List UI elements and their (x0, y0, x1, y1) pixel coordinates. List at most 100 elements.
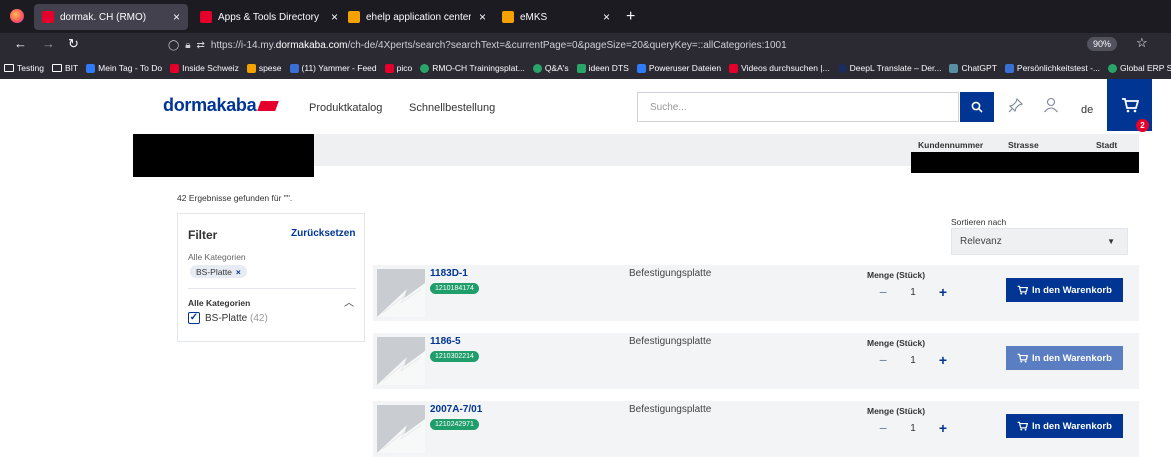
bookmark-label: spese (258, 63, 282, 73)
close-icon[interactable]: × (603, 10, 610, 24)
sort-select[interactable]: Relevanz ▼ (951, 228, 1128, 255)
bookmark-item[interactable]: spese (246, 63, 282, 73)
plus-icon[interactable]: + (939, 420, 947, 436)
active-filter-chip[interactable]: BS-Platte × (190, 265, 247, 278)
pin-icon[interactable] (1008, 97, 1024, 118)
close-icon[interactable]: × (331, 10, 338, 24)
browser-tab-bar: dormak. CH (RMO) × Apps & Tools Director… (0, 0, 1171, 33)
user-icon[interactable] (1043, 97, 1059, 118)
result-count: 42 Ergebnisse gefunden für "". (177, 193, 293, 203)
reload-icon[interactable]: ↻ (68, 36, 79, 52)
language-selector[interactable]: de (1081, 104, 1093, 116)
bookmark-item[interactable]: Mein Tag - To Do (86, 63, 162, 73)
add-to-cart-button[interactable]: In den Warenkorb (1006, 414, 1123, 438)
product-name-link[interactable]: 1183D-1 (430, 268, 468, 279)
bookmark-label: Mein Tag - To Do (98, 63, 163, 73)
bookmark-item[interactable]: DeepL Translate – Der... (837, 63, 941, 73)
bookmark-item[interactable]: pico (384, 63, 412, 73)
product-name-link[interactable]: 1186-5 (430, 336, 461, 347)
address-bar[interactable]: ◯ 🔒︎ ⇄ https://i-14.my. dormakaba.com/ch-… (168, 35, 1168, 55)
bookmark-folder-bit[interactable]: BIT (51, 63, 79, 73)
shield-icon[interactable]: ◯ (168, 40, 179, 51)
product-image[interactable] (377, 405, 425, 453)
permissions-icon[interactable]: ⇄ (197, 40, 205, 51)
dormakaba-favicon-icon (170, 63, 180, 73)
nav-produktkatalog[interactable]: Produktkatalog (309, 102, 382, 114)
customer-number-header: Kundennummer (918, 140, 984, 150)
category-option[interactable]: BS-Platte (42) (205, 313, 268, 324)
bookmark-label: Persönlichkeitstest -... (1016, 63, 1101, 73)
bookmark-label: Q&A's (544, 63, 569, 73)
bookmark-item[interactable]: ideen DTS (576, 63, 629, 73)
bookmark-folder-testing[interactable]: Testing (4, 63, 44, 73)
bookmark-star-icon[interactable]: ☆ (1136, 35, 1148, 51)
dormakaba-favicon-icon (42, 11, 54, 23)
tab-emks[interactable]: eMKS × (494, 4, 618, 30)
tab-apps-tools[interactable]: Apps & Tools Directory × (192, 4, 346, 30)
tab-dormak[interactable]: dormak. CH (RMO) × (34, 4, 188, 30)
product-description: Befestigungsplatte (629, 336, 712, 347)
bookmark-item[interactable]: Q&A's (532, 63, 569, 73)
bookmark-item[interactable]: Poweruser Dateien (636, 63, 721, 73)
add-to-cart-button[interactable]: In den Warenkorb (1006, 278, 1123, 302)
redacted-block (133, 134, 314, 177)
bookmark-item[interactable]: Videos durchsuchen |... (729, 63, 830, 73)
quantity-value[interactable]: 1 (910, 423, 916, 434)
new-tab-button[interactable]: + (626, 8, 635, 26)
bookmark-item[interactable]: Global ERP S8 Ro (1108, 63, 1171, 73)
remove-filter-icon[interactable]: × (236, 267, 241, 277)
url-prefix: https://i-14.my. (210, 39, 276, 51)
search-input[interactable]: Suche... (637, 92, 959, 122)
bookmark-item[interactable]: RMO-CH Trainingsplat... (420, 63, 525, 73)
filter-reset-link[interactable]: Zurücksetzen (291, 228, 355, 239)
cart-icon (1017, 353, 1029, 363)
quantity-value[interactable]: 1 (910, 355, 916, 366)
sharepoint-icon (420, 63, 430, 73)
quantity-value[interactable]: 1 (910, 287, 916, 298)
quantity-stepper: − 1 + (879, 349, 947, 371)
minus-icon[interactable]: − (879, 284, 887, 300)
product-image[interactable] (377, 269, 425, 317)
bookmark-label: BIT (64, 63, 79, 73)
option-count: (42) (250, 313, 268, 324)
plus-icon[interactable]: + (939, 284, 947, 300)
close-icon[interactable]: × (173, 10, 180, 24)
plus-icon[interactable]: + (939, 352, 947, 368)
add-to-cart-button[interactable]: In den Warenkorb (1006, 346, 1123, 370)
option-label: BS-Platte (205, 313, 248, 324)
logo-text: dormakaba (163, 95, 257, 115)
todo-check-icon (86, 63, 96, 73)
lock-icon[interactable]: 🔒︎ (185, 40, 190, 51)
cart-icon (1017, 285, 1029, 295)
tab-ehelp[interactable]: ehelp application center × (340, 4, 494, 30)
bookmark-item[interactable]: ChatGPT (949, 63, 997, 73)
street-header: Strasse (1008, 140, 1039, 150)
firefox-icon[interactable] (10, 9, 24, 23)
bookmark-item[interactable]: Inside Schweiz (170, 63, 239, 73)
url-host: dormakaba.com (275, 39, 348, 51)
dormakaba-logo[interactable]: dormakaba (163, 95, 280, 116)
quantity-stepper: − 1 + (879, 417, 947, 439)
site-header: dormakaba Produktkatalog Schnellbestellu… (0, 79, 1171, 131)
chevron-up-icon[interactable]: ︿ (344, 294, 354, 309)
product-name-link[interactable]: 2007A-7/01 (430, 404, 482, 415)
nav-schnellbestellung[interactable]: Schnellbestellung (409, 102, 495, 114)
sharepoint-icon (532, 63, 542, 73)
bookmark-label: RMO-CH Trainingsplat... (432, 63, 525, 73)
button-label: In den Warenkorb (1032, 284, 1112, 296)
minus-icon[interactable]: − (879, 420, 887, 436)
zoom-indicator[interactable]: 90% (1087, 37, 1118, 51)
close-icon[interactable]: × (479, 10, 486, 24)
bookmark-item[interactable]: Persönlichkeitstest -... (1004, 63, 1101, 73)
forward-icon[interactable]: → (42, 36, 55, 51)
dateien-icon (636, 63, 646, 73)
cart-count-badge: 2 (1136, 119, 1149, 132)
back-icon[interactable]: ← (14, 36, 27, 51)
bookmark-item[interactable]: (11) Yammer - Feed (289, 63, 377, 73)
product-image[interactable] (377, 337, 425, 385)
tab-label: Apps & Tools Directory (218, 11, 319, 23)
quantity-label: Menge (Stück) (867, 270, 926, 280)
category-checkbox[interactable]: ✓ (188, 312, 200, 324)
search-button[interactable] (960, 92, 994, 122)
minus-icon[interactable]: − (879, 352, 887, 368)
